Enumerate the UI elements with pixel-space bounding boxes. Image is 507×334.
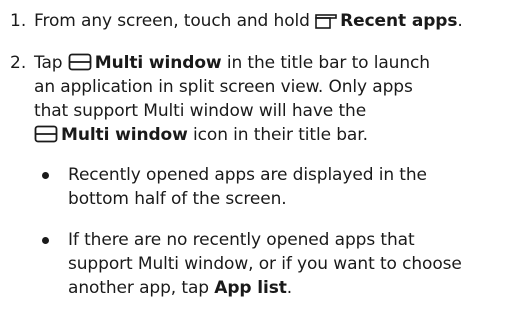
bullet-2-line-1: If there are no recently opened apps tha… <box>68 230 415 250</box>
bullet-2-line-3-text: another app, tap <box>68 278 209 298</box>
step-2-tap-text: Tap <box>34 53 63 73</box>
multi-window-label: Multi window <box>61 125 188 145</box>
multi-window-label: Multi window <box>94 53 222 73</box>
bullet-2-line-2: support Multi window, or if you want to … <box>68 254 462 274</box>
step-2-line-4-rest: icon in their title bar. <box>193 125 368 145</box>
step-2-number: 2. <box>10 53 27 73</box>
step-2-line-2: an application in split screen view. Onl… <box>34 77 413 97</box>
bullet-dot <box>42 237 49 244</box>
step-1-text-before: From any screen, touch and hold <box>34 11 310 31</box>
step-2-line-1-rest: in the title bar to launch <box>226 53 430 73</box>
multi-window-icon <box>34 125 58 143</box>
recent-apps-icon <box>315 14 337 29</box>
step-1-text-after: . <box>457 11 463 31</box>
step-1-number: 1. <box>10 11 27 31</box>
bullet-2-line-3: another app, tap App list. <box>68 277 292 299</box>
step-2-line-1: Tap Multi window in the title bar to lau… <box>34 52 430 74</box>
step-2-line-3: that support Multi window will have the <box>34 101 367 121</box>
recent-apps-label: Recent apps <box>340 11 458 31</box>
instructions-document: 1. From any screen, touch and hold Recen… <box>0 0 507 334</box>
bullet-1-line-2: bottom half of the screen. <box>68 189 287 209</box>
bullet-2-period: . <box>286 278 293 298</box>
step-2-line-4: Multi window icon in their title bar. <box>34 124 368 146</box>
bullet-1-line-1: Recently opened apps are displayed in th… <box>68 165 427 185</box>
bullet-dot <box>42 172 49 179</box>
step-1-text: From any screen, touch and hold Recent a… <box>34 10 463 32</box>
app-list-label: App list <box>214 278 287 298</box>
multi-window-icon <box>68 53 92 71</box>
